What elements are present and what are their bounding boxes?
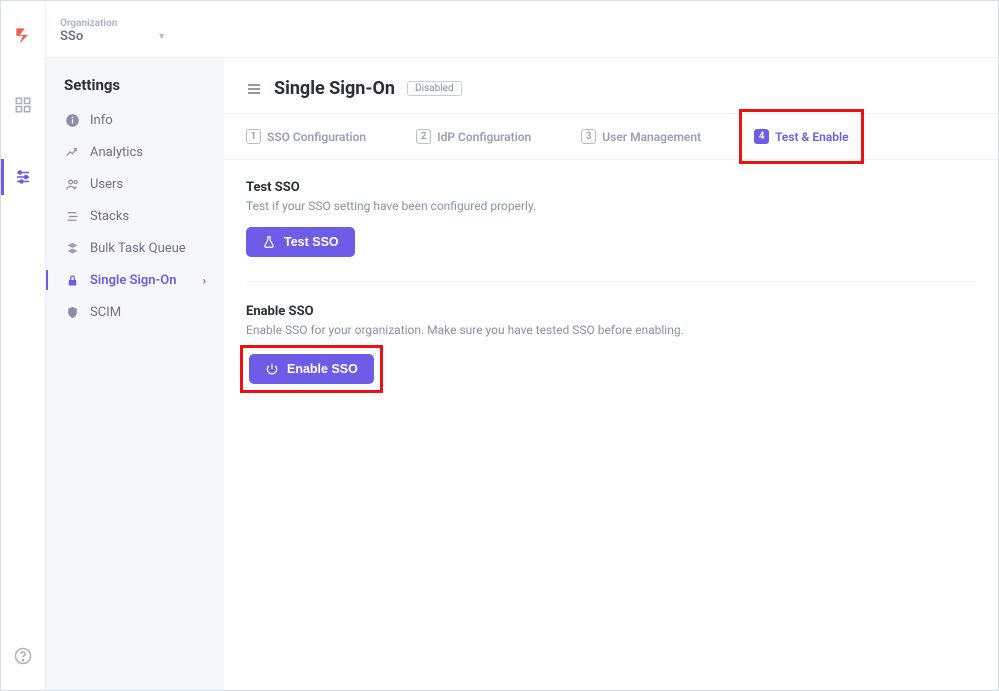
sidebar-item-label: SCIM — [90, 305, 121, 320]
nav-rail — [1, 1, 46, 690]
sidebar-item-bulk-task-queue[interactable]: Bulk Task Queue — [46, 232, 224, 264]
analytics-icon — [64, 144, 80, 160]
tab-test-enable[interactable]: 4 Test & Enable — [754, 117, 848, 156]
sidebar-item-scim[interactable]: SCIM — [46, 296, 224, 328]
settings-sidebar: Settings Info Analytics Users — [46, 58, 224, 690]
step-number: 2 — [416, 129, 431, 144]
sidebar-item-label: Single Sign-On — [90, 273, 177, 288]
tab-label: IdP Configuration — [437, 130, 531, 144]
page-title: Single Sign-On — [274, 78, 395, 99]
section-enable-sso: Enable SSO Enable SSO for your organizat… — [246, 304, 976, 411]
step-tabs: 1 SSO Configuration 2 IdP Configuration … — [224, 113, 998, 160]
step-number: 4 — [754, 129, 769, 144]
sidebar-item-stacks[interactable]: Stacks — [46, 200, 224, 232]
button-label: Enable SSO — [287, 362, 358, 376]
tab-label: Test & Enable — [775, 130, 848, 144]
section-title: Enable SSO — [246, 304, 976, 319]
section-test-sso: Test SSO Test if your SSO setting have b… — [246, 180, 976, 282]
status-badge: Disabled — [407, 81, 462, 96]
help-icon[interactable] — [1, 634, 46, 678]
step-number: 1 — [246, 129, 261, 144]
menu-toggle-icon[interactable] — [246, 81, 262, 97]
sidebar-item-info[interactable]: Info — [46, 104, 224, 136]
sidebar-item-label: Bulk Task Queue — [90, 241, 186, 256]
enable-sso-button[interactable]: Enable SSO — [249, 354, 374, 384]
power-icon — [265, 362, 279, 376]
dashboard-icon[interactable] — [1, 83, 46, 127]
chevron-down-icon: ▼ — [157, 31, 166, 42]
flask-icon — [262, 235, 276, 249]
sidebar-item-label: Users — [90, 177, 123, 192]
button-label: Test SSO — [284, 235, 339, 249]
sidebar-title: Settings — [46, 72, 224, 104]
stacks-icon — [64, 208, 80, 224]
section-description: Test if your SSO setting have been confi… — [246, 199, 976, 213]
org-name: SSo — [60, 29, 83, 44]
sidebar-item-users[interactable]: Users — [46, 168, 224, 200]
section-title: Test SSO — [246, 180, 976, 195]
sidebar-item-label: Info — [90, 113, 113, 128]
main-content: Single Sign-On Disabled 1 SSO Configurat… — [224, 1, 998, 690]
section-description: Enable SSO for your organization. Make s… — [246, 323, 976, 337]
settings-sliders-icon[interactable] — [1, 155, 46, 199]
users-icon — [64, 176, 80, 192]
shield-icon — [64, 304, 80, 320]
sidebar-item-analytics[interactable]: Analytics — [46, 136, 224, 168]
sidebar-item-label: Analytics — [90, 145, 143, 160]
step-number: 3 — [581, 129, 596, 144]
test-sso-button[interactable]: Test SSO — [246, 227, 355, 257]
tab-idp-configuration[interactable]: 2 IdP Configuration — [416, 117, 551, 156]
logo-icon — [1, 13, 46, 57]
queue-icon — [64, 240, 80, 256]
page-header: Single Sign-On Disabled — [224, 58, 998, 113]
tab-label: User Management — [602, 130, 701, 144]
org-label: Organization — [60, 18, 210, 29]
sidebar-item-single-sign-on[interactable]: Single Sign-On › — [46, 264, 224, 296]
tab-user-management[interactable]: 3 User Management — [581, 117, 721, 156]
info-icon — [64, 112, 80, 128]
tab-label: SSO Configuration — [267, 130, 366, 144]
org-switcher[interactable]: Organization SSo ▼ — [46, 1, 224, 58]
tab-sso-configuration[interactable]: 1 SSO Configuration — [246, 117, 386, 156]
sidebar-item-label: Stacks — [90, 209, 129, 224]
chevron-right-icon: › — [203, 274, 206, 287]
lock-icon — [64, 272, 80, 288]
highlight-box: 4 Test & Enable — [739, 109, 863, 164]
highlight-box: Enable SSO — [240, 345, 383, 393]
